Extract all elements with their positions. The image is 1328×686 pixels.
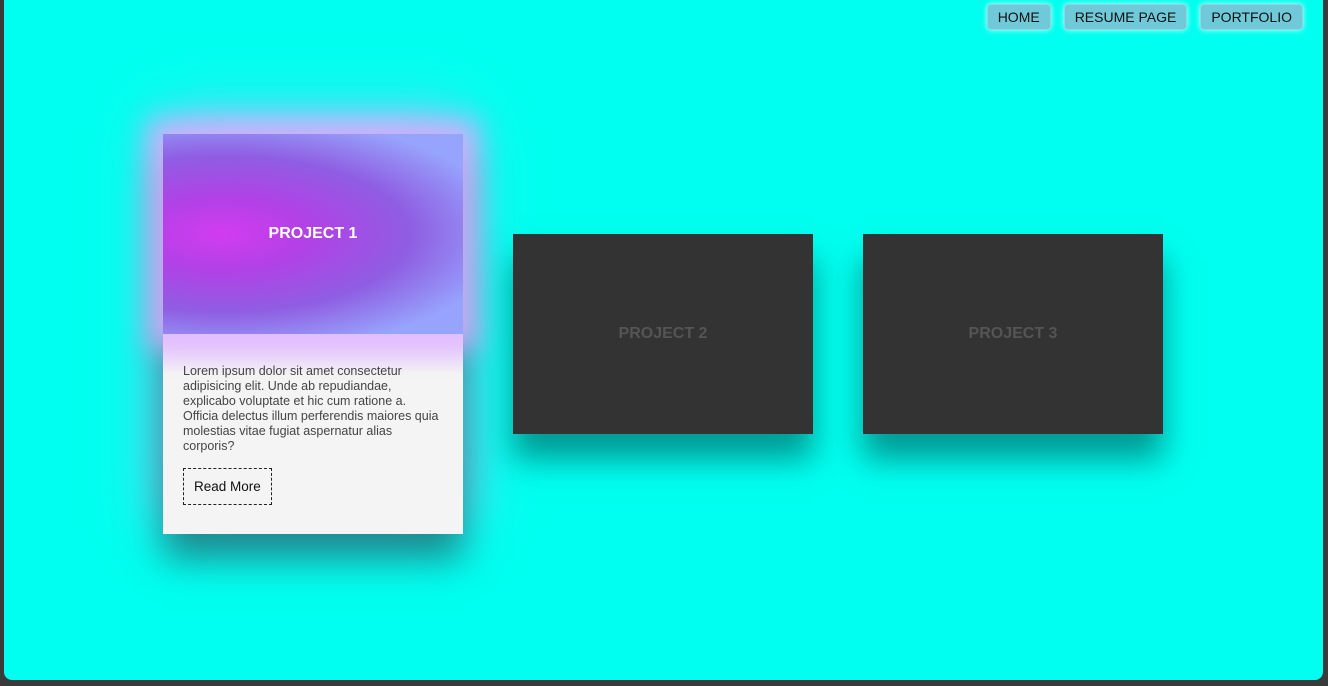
nav-portfolio-button[interactable]: PORTFOLIO <box>1200 4 1303 30</box>
project-card-3[interactable]: PROJECT 3 <box>863 234 1163 434</box>
top-nav: HOME RESUME PAGE PORTFOLIO <box>986 4 1303 30</box>
project-1-description: Lorem ipsum dolor sit amet consectetur a… <box>183 364 439 453</box>
read-more-button[interactable]: Read More <box>183 468 272 505</box>
project-1-title: PROJECT 1 <box>268 225 358 242</box>
nav-home-button[interactable]: HOME <box>986 4 1051 30</box>
page-background: HOME RESUME PAGE PORTFOLIO PROJECT 1 Lor… <box>4 0 1323 680</box>
project-3-image: PROJECT 3 <box>863 234 1163 434</box>
project-card-1[interactable]: PROJECT 1 Lorem ipsum dolor sit amet con… <box>163 134 463 534</box>
project-3-title: PROJECT 3 <box>968 325 1058 342</box>
project-1-image: PROJECT 1 <box>163 134 463 374</box>
project-2-image: PROJECT 2 <box>513 234 813 434</box>
project-1-body: Lorem ipsum dolor sit amet consectetur a… <box>163 334 463 505</box>
project-card-2[interactable]: PROJECT 2 <box>513 234 813 434</box>
project-2-title: PROJECT 2 <box>618 325 708 342</box>
nav-resume-button[interactable]: RESUME PAGE <box>1063 4 1188 30</box>
